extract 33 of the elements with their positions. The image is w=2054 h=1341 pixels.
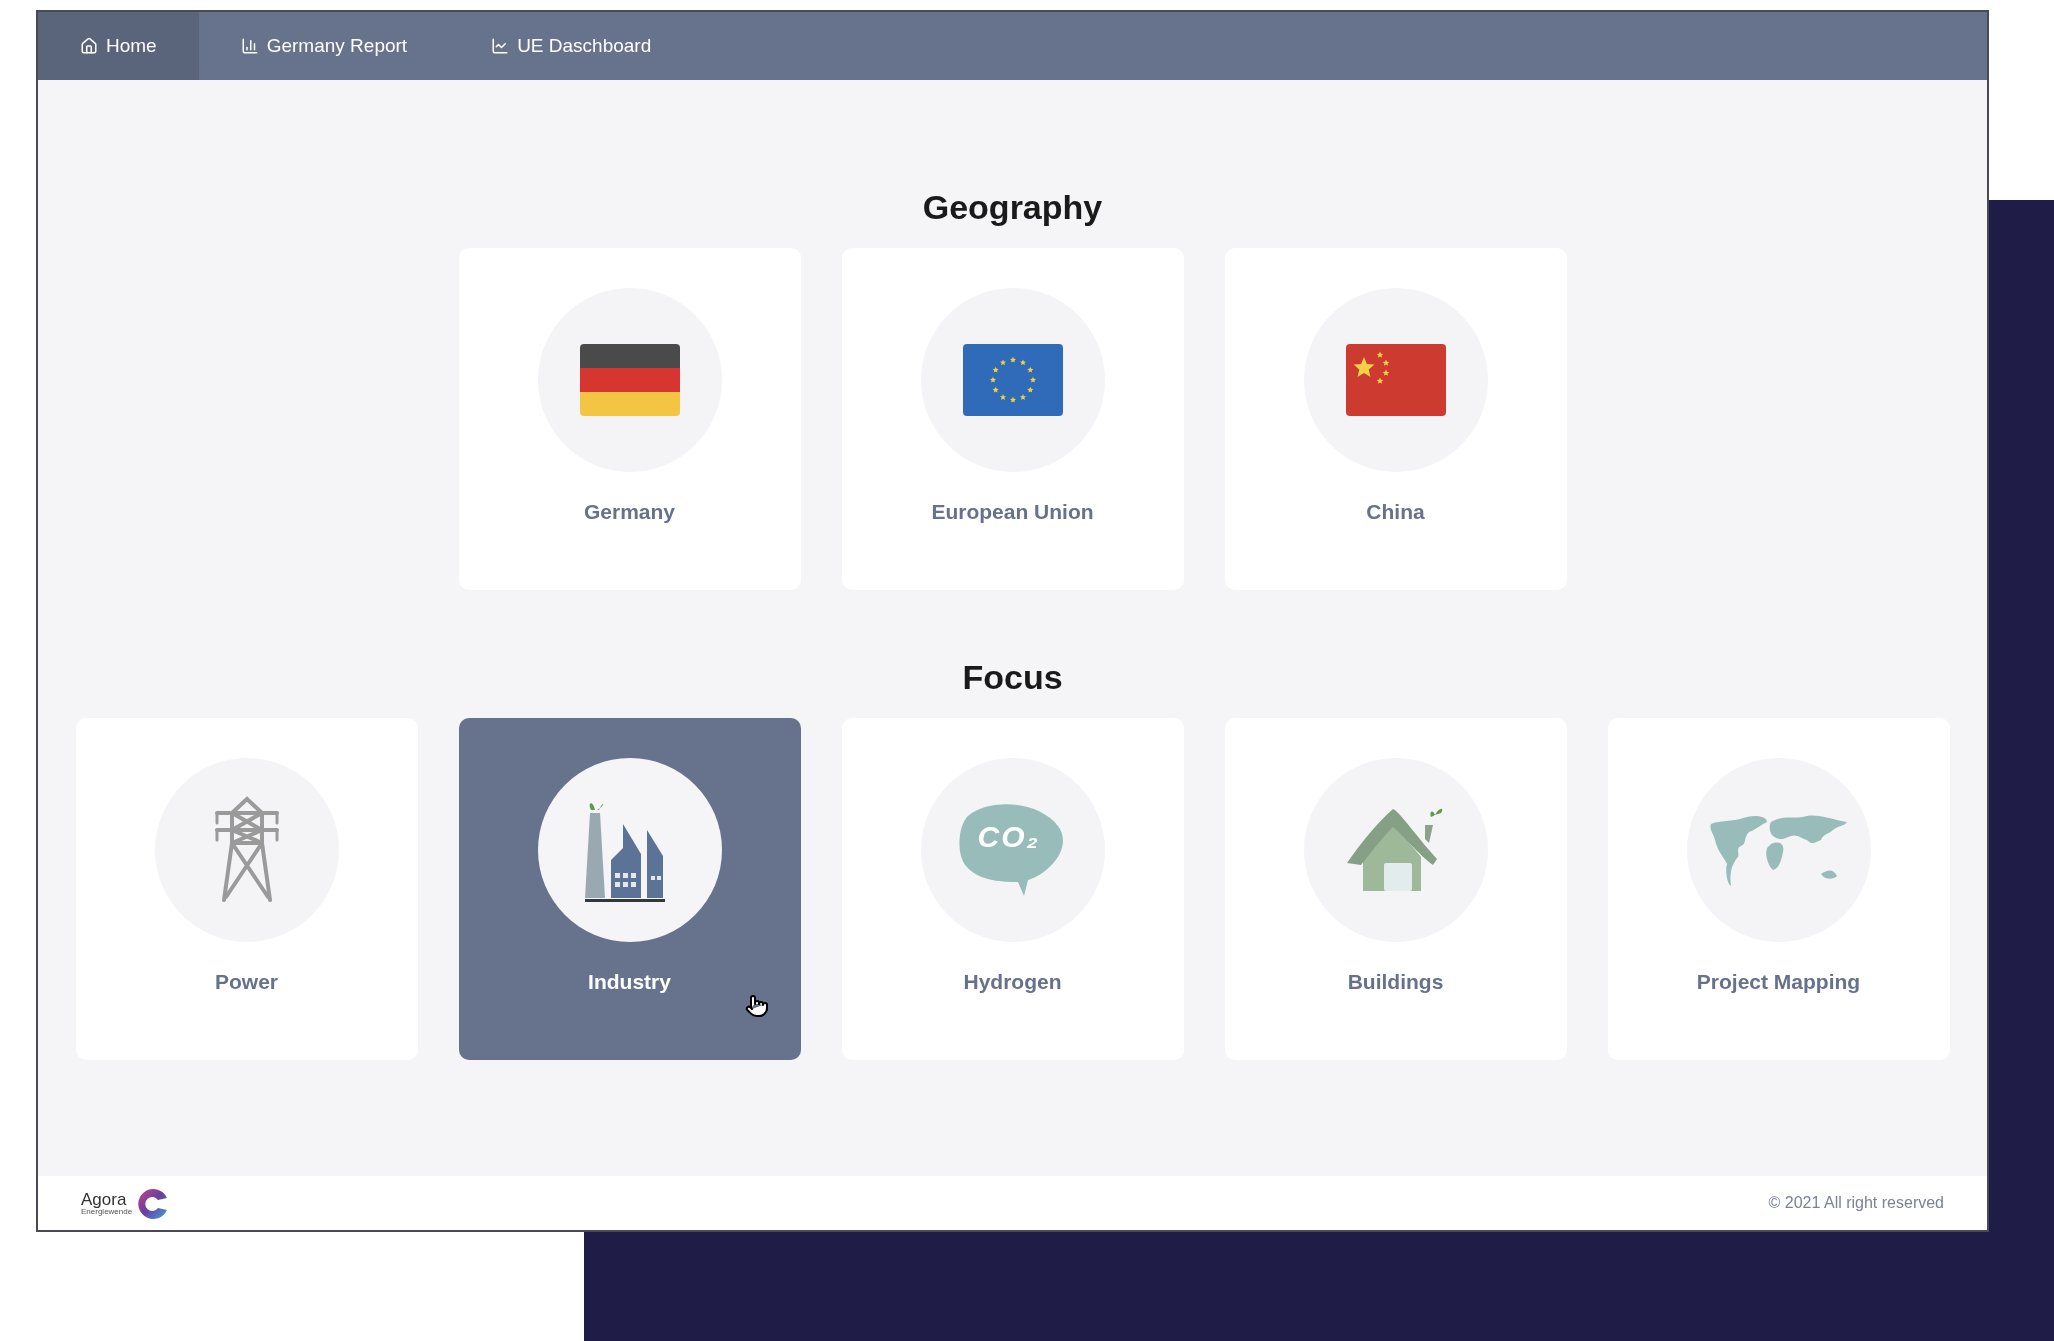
category-card[interactable]: Germany — [458, 248, 801, 590]
category-card[interactable]: Industry — [458, 718, 801, 1060]
nav-tab[interactable]: UE Daschboard — [449, 12, 694, 80]
hand-cursor-icon — [744, 994, 769, 1018]
card-label: Hydrogen — [963, 969, 1062, 995]
card-label: Industry — [588, 969, 671, 995]
category-card[interactable]: Buildings — [1224, 718, 1567, 1060]
section-title: Geography — [922, 190, 1103, 224]
category-card[interactable]: China — [1224, 248, 1567, 590]
category-card[interactable]: Power — [75, 718, 418, 1060]
line-chart-icon — [491, 37, 510, 55]
logo-name: Agora — [81, 1190, 128, 1208]
bar-chart-icon — [240, 37, 259, 55]
copyright-text: © 2021 All right reserved — [1768, 1193, 1944, 1213]
flag-icon — [1345, 344, 1446, 416]
card-label: Germany — [583, 499, 675, 525]
card-label: Project Mapping — [1696, 969, 1861, 995]
category-card[interactable]: Project Mapping — [1607, 718, 1950, 1060]
card-label: China — [1366, 499, 1425, 525]
flag-icon — [579, 344, 680, 416]
card-label: Buildings — [1347, 969, 1444, 995]
card-label: Power — [215, 969, 278, 995]
flag-icon — [962, 344, 1063, 416]
category-card[interactable]: CO₂ Hydrogen — [841, 718, 1184, 1060]
logo-subtitle: Energiewende — [81, 1207, 133, 1216]
section-title: Focus — [962, 660, 1063, 694]
category-card[interactable]: European Union — [841, 248, 1184, 590]
nav-tab[interactable]: Germany Report — [198, 12, 450, 80]
house-icon — [1346, 807, 1445, 893]
co2-label: CO₂ — [977, 822, 1040, 852]
nav-tab[interactable]: Home — [38, 12, 199, 80]
home-icon — [80, 37, 98, 55]
card-label: European Union — [931, 499, 1094, 525]
